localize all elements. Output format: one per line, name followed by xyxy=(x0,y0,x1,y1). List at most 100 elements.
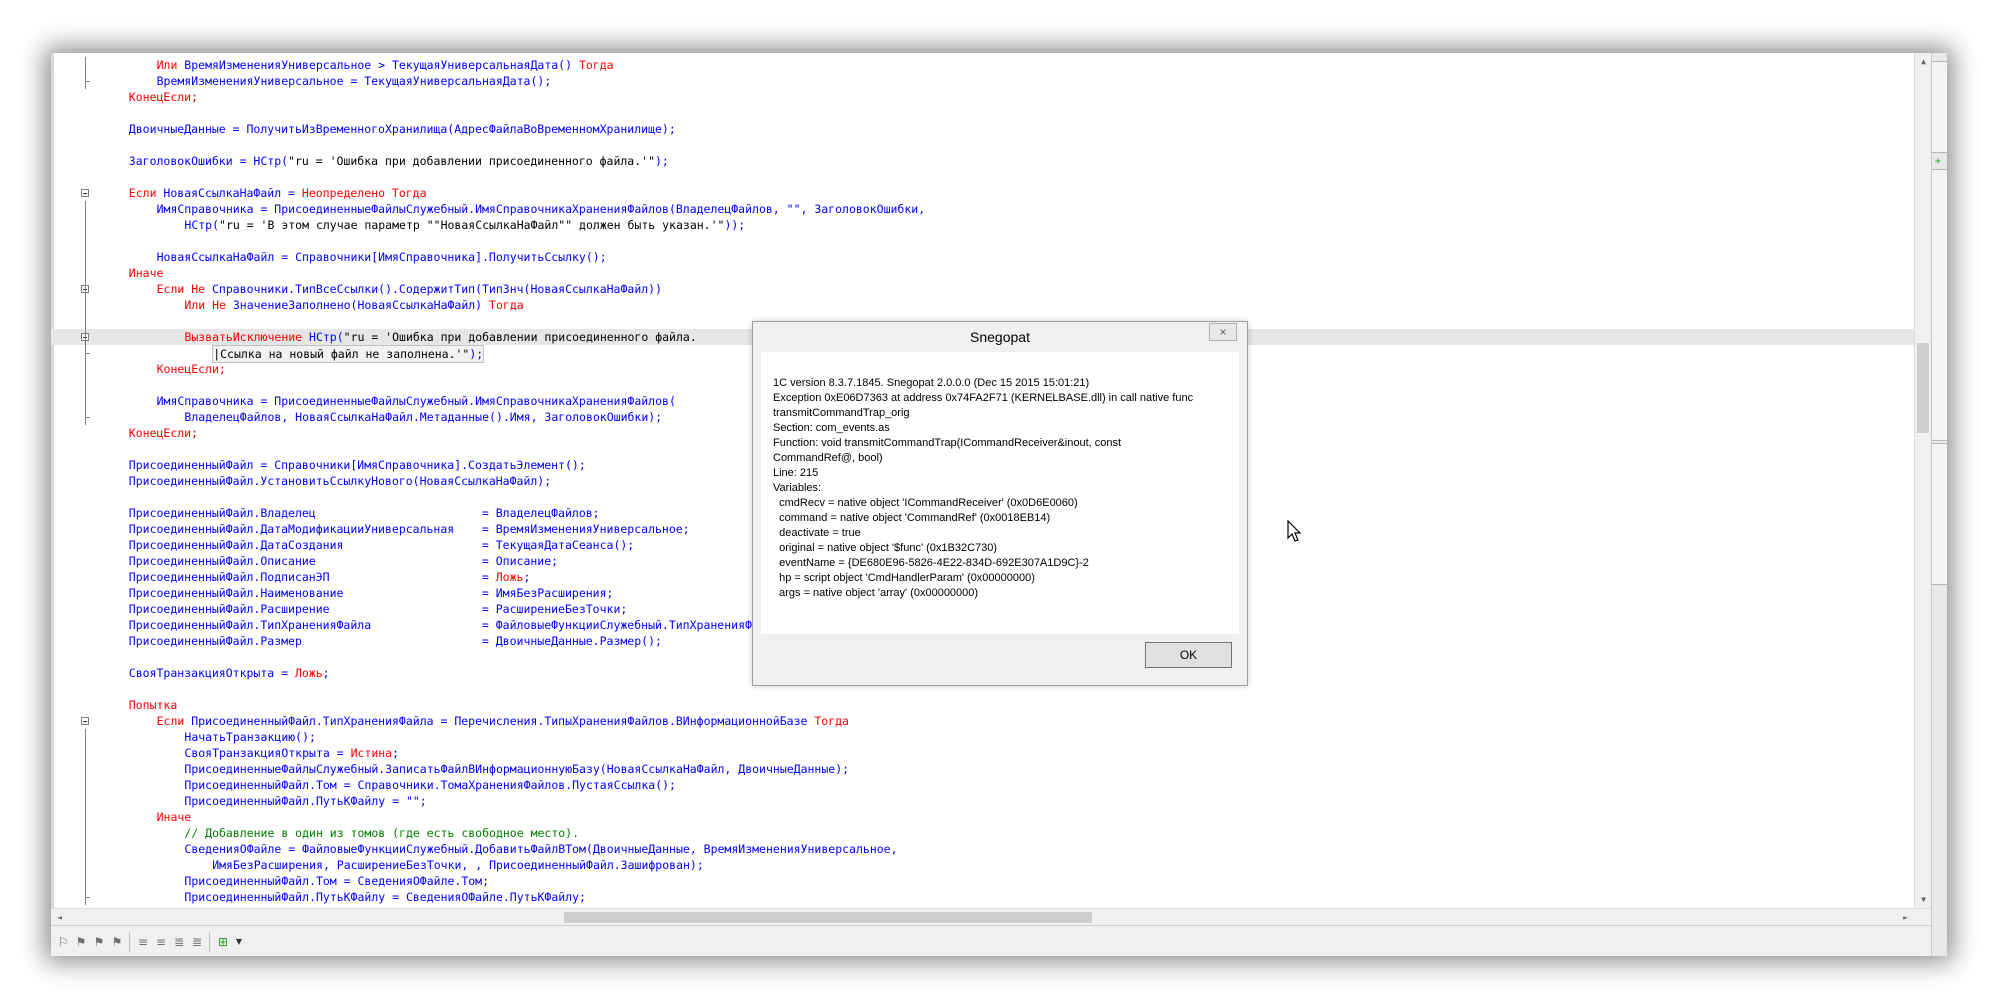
side-tab-1[interactable] xyxy=(1932,61,1947,153)
code-token: Тогда xyxy=(578,58,614,72)
code-line[interactable]: ПрисоединенныйФайл.Том = Справочники.Том… xyxy=(51,777,1914,793)
code-line[interactable]: ЗаголовокОшибки = НСтр("ru = 'Ошибка при… xyxy=(51,153,1914,169)
code-line-text: СвояТранзакцияОткрыта = Ложь; xyxy=(129,665,330,681)
code-line[interactable] xyxy=(51,105,1914,121)
code-token: ИмяСправочника = ПрисоединенныеФайлыСлуж… xyxy=(156,202,926,216)
code-line[interactable]: НачатьТранзакцию(); xyxy=(51,729,1914,745)
side-tab-3[interactable] xyxy=(1932,443,1947,585)
code-line[interactable]: ВремяИзмененияУниверсальное = ТекущаяУни… xyxy=(51,73,1914,89)
code-line[interactable] xyxy=(51,233,1914,249)
code-token: ПрисоединенныйФайл.Наименование = ИмяБез… xyxy=(128,586,614,600)
code-line[interactable] xyxy=(51,137,1914,153)
bookmark-next-icon[interactable]: ⚑ xyxy=(91,934,107,950)
outdent-icon[interactable]: ≡ xyxy=(153,934,169,950)
code-line[interactable]: СведенияОФайле = ФайловыеФункцииСлужебны… xyxy=(51,841,1914,857)
code-line[interactable]: ПрисоединенныеФайлыСлужебный.ЗаписатьФай… xyxy=(51,761,1914,777)
code-line[interactable]: ИмяСправочника = ПрисоединенныеФайлыСлуж… xyxy=(51,201,1914,217)
code-token: ВремяИзмененияУниверсальное = ТекущаяУни… xyxy=(156,74,552,88)
uncomment-icon[interactable]: ≣ xyxy=(189,934,205,950)
code-token: ПрисоединенныйФайл.Владелец = ВладелецФа… xyxy=(128,506,600,520)
code-token: Или xyxy=(156,58,185,72)
code-line[interactable]: // Добавление в один из томов (где есть … xyxy=(51,825,1914,841)
code-token: ПрисоединенныйФайл.ПутьКФайлу = ""; xyxy=(184,794,427,808)
code-line[interactable] xyxy=(51,169,1914,185)
scroll-left-icon[interactable]: ◄ xyxy=(51,909,68,926)
code-line[interactable]: ИмяБезРасширения, РасширениеБезТочки, , … xyxy=(51,857,1914,873)
code-line[interactable]: НоваяСсылкаНаФайл = Справочники[ИмяСправ… xyxy=(51,249,1914,265)
code-line-text: ПрисоединенныйФайл = Справочники[ИмяСпра… xyxy=(129,457,586,473)
fold-guide-tick xyxy=(85,353,90,354)
code-token: НСтр( xyxy=(184,218,220,232)
code-line-text: ПрисоединенныйФайл.Владелец = ВладелецФа… xyxy=(129,505,600,521)
ok-button[interactable]: OK xyxy=(1145,642,1232,668)
dialog-titlebar[interactable]: Snegopat × xyxy=(753,322,1247,350)
bookmark-prev-icon[interactable]: ⚑ xyxy=(73,934,89,950)
code-line[interactable]: Или Не ЗначениеЗаполнено(НоваяСсылкаНаФа… xyxy=(51,297,1914,313)
horizontal-scroll-thumb[interactable] xyxy=(564,912,1092,923)
dropdown-arrow-icon[interactable]: ▼ xyxy=(231,934,247,950)
code-line-text: ПрисоединенныйФайл.УстановитьСсылкуНовог… xyxy=(129,473,551,489)
bottom-toolbar: ⚐ ⚑ ⚑ ⚑ ≡ ≡ ≣ ≣ ⊞ ▼ xyxy=(51,925,1931,956)
code-line[interactable]: Попытка xyxy=(51,697,1914,713)
code-line-text: КонецЕсли; xyxy=(129,89,198,105)
code-line[interactable]: ПрисоединенныйФайл.ПутьКФайлу = Сведения… xyxy=(51,889,1914,905)
fold-toggle-icon[interactable] xyxy=(81,717,89,725)
code-token: Или Не xyxy=(184,298,233,312)
dialog-message-line: Variables: xyxy=(773,482,822,494)
dialog-message-line: Line: 215 xyxy=(773,467,819,479)
code-token: КонецЕсли; xyxy=(156,362,226,376)
code-line[interactable]: НСтр("ru = 'В этом случае параметр ""Нов… xyxy=(51,217,1914,233)
code-token: ВладелецФайлов, НоваяСсылкаНаФайл.Метада… xyxy=(184,410,663,424)
code-token: ПрисоединенныйФайл.ДатаСоздания = Текуща… xyxy=(128,538,635,552)
vertical-scroll-thumb[interactable] xyxy=(1917,343,1929,433)
code-token: ИмяСправочника = ПрисоединенныеФайлыСлуж… xyxy=(156,394,676,408)
code-line[interactable]: ПрисоединенныйФайл.Том = СведенияОФайле.… xyxy=(51,873,1914,889)
code-token: СвояТранзакцияОткрыта = xyxy=(184,746,351,760)
vertical-scrollbar[interactable]: ▲ ▼ xyxy=(1914,53,1932,908)
code-token: ; xyxy=(322,666,330,680)
fold-toggle-icon[interactable] xyxy=(81,189,89,197)
code-line[interactable]: ПрисоединенныйФайл.ПутьКФайлу = ""; xyxy=(51,793,1914,809)
code-token: ДвоичныеДанные = ПолучитьИзВременногоХра… xyxy=(128,122,676,136)
code-token: ПрисоединенныеФайлыСлужебный.ЗаписатьФай… xyxy=(184,762,850,776)
code-line-text: Или ВремяИзмененияУниверсальное > Текуща… xyxy=(157,57,614,73)
indent-icon[interactable]: ≡ xyxy=(135,934,151,950)
code-token: "ru = 'Ошибка при добавлении присоединен… xyxy=(288,154,655,168)
code-line-text: Иначе xyxy=(157,809,192,825)
code-line[interactable]: Или ВремяИзмененияУниверсальное > Текуща… xyxy=(51,57,1914,73)
code-line[interactable]: КонецЕсли; xyxy=(51,89,1914,105)
code-token: |Ссылка на новый файл не заполнена.'" xyxy=(213,347,470,361)
scroll-down-icon[interactable]: ▼ xyxy=(1915,891,1932,908)
code-line-text: ИмяСправочника = ПрисоединенныеФайлыСлуж… xyxy=(157,201,926,217)
add-item-icon[interactable]: ⊞ xyxy=(215,934,231,950)
code-line[interactable]: Иначе xyxy=(51,809,1914,825)
code-line-text: ПрисоединенныйФайл.Том = Справочники.Том… xyxy=(184,777,676,793)
code-token: "ru = 'Ошибка при добавлении присоединен… xyxy=(343,330,697,344)
comment-icon[interactable]: ≣ xyxy=(171,934,187,950)
code-token: ПрисоединенныйФайл.Описание = Описание; xyxy=(128,554,559,568)
green-plus-icon: + xyxy=(1935,156,1942,167)
close-icon[interactable]: × xyxy=(1209,323,1237,341)
horizontal-scrollbar[interactable]: ◄ ► xyxy=(51,908,1931,926)
code-token: Иначе xyxy=(156,810,192,824)
code-line[interactable]: Если Не Справочники.ТипВсеСсылки().Содер… xyxy=(51,281,1914,297)
code-line[interactable]: Иначе xyxy=(51,265,1914,281)
code-line-text: Попытка xyxy=(129,697,177,713)
dialog-message-line: args = native object 'array' (0x00000000… xyxy=(773,587,979,599)
bookmark-clear-icon[interactable]: ⚑ xyxy=(109,934,125,950)
scroll-up-icon[interactable]: ▲ xyxy=(1915,53,1932,70)
code-token: Ложь xyxy=(495,570,524,584)
bookmark-toggle-icon[interactable]: ⚐ xyxy=(55,934,71,950)
code-line-text: СвояТранзакцияОткрыта = Истина; xyxy=(184,745,399,761)
code-line[interactable]: Если ПрисоединенныйФайл.ТипХраненияФайла… xyxy=(51,713,1914,729)
side-tab-2[interactable] xyxy=(1932,169,1947,441)
code-line[interactable]: Если НоваяСсылкаНаФайл = Неопределено То… xyxy=(51,185,1914,201)
code-line-text: ПрисоединенныйФайл.ПутьКФайлу = Сведения… xyxy=(184,889,586,905)
code-token: НоваяСсылкаНаФайл = Справочники[ИмяСправ… xyxy=(156,250,607,264)
code-line[interactable]: ДвоичныеДанные = ПолучитьИзВременногоХра… xyxy=(51,121,1914,137)
code-line-text: НоваяСсылкаНаФайл = Справочники[ИмяСправ… xyxy=(157,249,607,265)
code-token: Неопределено Тогда xyxy=(301,186,427,200)
code-line[interactable]: СвояТранзакцияОткрыта = Истина; xyxy=(51,745,1914,761)
scroll-right-icon[interactable]: ► xyxy=(1897,909,1914,926)
code-token: Иначе xyxy=(128,266,164,280)
